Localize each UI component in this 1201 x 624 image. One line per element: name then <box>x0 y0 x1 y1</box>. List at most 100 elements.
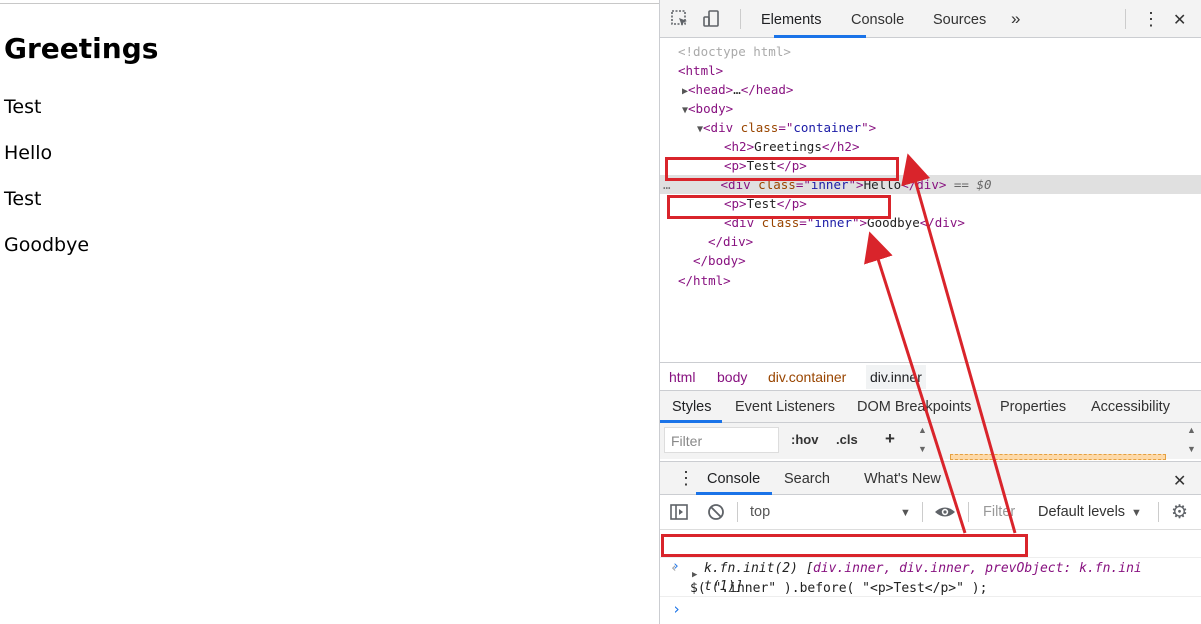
devtools-toolbar: Elements Console Sources » ⋮ ✕ <box>660 0 1201 38</box>
dom-line-head[interactable]: ▶<head>…</head> <box>660 80 1201 99</box>
sidebar-toggle-icon[interactable] <box>669 502 689 526</box>
h2-text: Greetings <box>754 139 822 154</box>
close-icon[interactable]: ✕ <box>1173 10 1186 30</box>
div-tag: <div <box>703 120 741 135</box>
prompt-caret-icon: › <box>672 600 682 618</box>
box-model-margin <box>950 454 1166 460</box>
page-paragraph: Test <box>4 188 42 210</box>
h2-close: </h2> <box>821 139 860 154</box>
tab-styles[interactable]: Styles <box>672 399 712 415</box>
page-paragraph: Test <box>4 96 42 118</box>
new-style-rule-button[interactable]: + <box>885 429 895 449</box>
tab-accessibility[interactable]: Accessibility <box>1091 399 1170 415</box>
tab-console[interactable]: Console <box>851 12 904 28</box>
breadcrumb-div-container[interactable]: div.container <box>768 369 846 385</box>
toolbar-separator <box>737 502 738 522</box>
dom-line-div-close[interactable]: </div> <box>660 232 1201 251</box>
tag-close: "> <box>861 120 877 135</box>
breadcrumb-html[interactable]: html <box>669 369 695 385</box>
drawer-menu-icon[interactable]: ⋮ <box>677 468 695 489</box>
close-drawer-icon[interactable]: ✕ <box>1173 471 1186 491</box>
tab-properties[interactable]: Properties <box>1000 399 1066 415</box>
scroll-down-icon[interactable]: ▼ <box>1187 444 1196 454</box>
chevron-down-icon[interactable]: ▼ <box>1131 507 1142 519</box>
breadcrumb-div-inner[interactable]: div.inner <box>866 365 926 389</box>
console-prompt[interactable]: › <box>660 598 1201 622</box>
dom-line-body-close[interactable]: </body> <box>660 251 1201 270</box>
output-items: div.inner, div.inner, prevObject: k.fn.i… <box>813 561 1142 576</box>
page-div-inner: Hello <box>4 142 53 164</box>
toolbar-separator <box>968 502 969 522</box>
cls-toggle[interactable]: .cls <box>836 432 858 447</box>
breadcrumb-body[interactable]: body <box>717 369 747 385</box>
console-filter-input[interactable]: Filter <box>983 504 1015 520</box>
html-open-tag: <html> <box>678 63 724 78</box>
toolbar-separator <box>740 9 741 29</box>
head-open-tag: <head> <box>688 82 734 97</box>
styles-pane-tabs: Styles Event Listeners DOM Breakpoints P… <box>660 390 1201 423</box>
selected-marker: == $0 <box>946 177 992 192</box>
breadcrumb: html body div.container div.inner <box>660 362 1201 390</box>
console-output-line[interactable]: ‹ ▶ k.fn.init(2) [ div.inner, div.inner,… <box>660 559 1201 597</box>
live-expression-eye-icon[interactable] <box>933 502 957 526</box>
console-settings-gear-icon[interactable]: ⚙ <box>1171 501 1188 524</box>
scroll-up-icon[interactable]: ▲ <box>918 425 927 435</box>
output-return-icon: ‹ <box>670 561 678 576</box>
more-tabs-button[interactable]: » <box>1011 9 1020 29</box>
head-collapsed-ellipsis: … <box>733 82 741 97</box>
tab-event-listeners[interactable]: Event Listeners <box>735 399 835 415</box>
head-close-tag: </head> <box>740 82 794 97</box>
div-close-tag: </div> <box>708 234 754 249</box>
dom-line-body[interactable]: ▼<body> <box>660 99 1201 118</box>
div-end: </div> <box>901 177 947 192</box>
devtools-panel: Elements Console Sources » ⋮ ✕ <!doctype… <box>659 0 1201 624</box>
dom-line-div-container[interactable]: ▼<div class="container"> <box>660 118 1201 137</box>
menu-kebab-icon[interactable]: ⋮ <box>1142 9 1160 30</box>
scroll-down-icon[interactable]: ▼ <box>918 444 927 454</box>
dom-line-h2[interactable]: <h2>Greetings</h2> <box>660 137 1201 156</box>
div-end: </div> <box>919 215 965 230</box>
body-close-tag: </body> <box>693 253 746 268</box>
annotation-box-p1 <box>665 157 899 181</box>
drawer-tab-console[interactable]: Console <box>707 471 760 487</box>
annotation-box-p2 <box>667 195 891 219</box>
html-close-tag: </html> <box>678 273 731 288</box>
attr-eq: =" <box>778 120 794 135</box>
active-tab-indicator <box>774 35 866 38</box>
doctype-text: <!doctype html> <box>678 44 791 59</box>
device-toolbar-icon[interactable] <box>702 9 722 34</box>
dom-line-html[interactable]: <html> <box>660 61 1201 80</box>
output-wrap: t(1)] <box>704 579 744 594</box>
page-heading: Greetings <box>4 32 159 65</box>
annotation-box-command <box>661 534 1028 557</box>
styles-filter-row: Filter :hov .cls + ▲ ▼ ▲ ▼ <box>660 423 1201 460</box>
console-toolbar: top ▼ Filter Default levels ▼ ⚙ <box>660 495 1201 530</box>
chevron-down-icon[interactable]: ▼ <box>900 507 911 519</box>
expand-triangle-icon[interactable]: ▶ <box>692 570 697 580</box>
tab-dom-breakpoints[interactable]: DOM Breakpoints <box>857 399 971 415</box>
styles-filter-input[interactable]: Filter <box>664 427 779 453</box>
clear-console-icon[interactable] <box>706 502 726 526</box>
dom-line-doctype[interactable]: <!doctype html> <box>660 42 1201 61</box>
h2-open: <h2> <box>724 139 755 154</box>
body-open-tag: <body> <box>688 101 734 116</box>
toolbar-separator <box>1158 502 1159 522</box>
output-prefix: k.fn.init(2) [ <box>704 561 814 576</box>
scroll-up-icon[interactable]: ▲ <box>1187 425 1196 435</box>
toolbar-separator <box>1125 9 1126 29</box>
drawer-tab-search[interactable]: Search <box>784 471 830 487</box>
inspect-element-icon[interactable] <box>670 9 690 34</box>
context-selector[interactable]: top <box>750 504 770 520</box>
attr-name: class <box>740 120 779 135</box>
tab-elements[interactable]: Elements <box>761 12 821 28</box>
drawer-tab-whats-new[interactable]: What's New <box>864 471 941 487</box>
dom-line-html-close[interactable]: </html> <box>660 271 1201 290</box>
console-drawer-tabs: ⋮ Console Search What's New ✕ <box>660 461 1201 495</box>
hov-toggle[interactable]: :hov <box>791 432 818 447</box>
toolbar-separator <box>922 502 923 522</box>
page-div-inner: Goodbye <box>4 234 90 256</box>
rendered-page: Greetings Test Hello Test Goodbye <box>0 0 659 624</box>
attr-value: container <box>793 120 862 135</box>
tab-sources[interactable]: Sources <box>933 12 986 28</box>
default-levels-dropdown[interactable]: Default levels <box>1038 504 1125 520</box>
